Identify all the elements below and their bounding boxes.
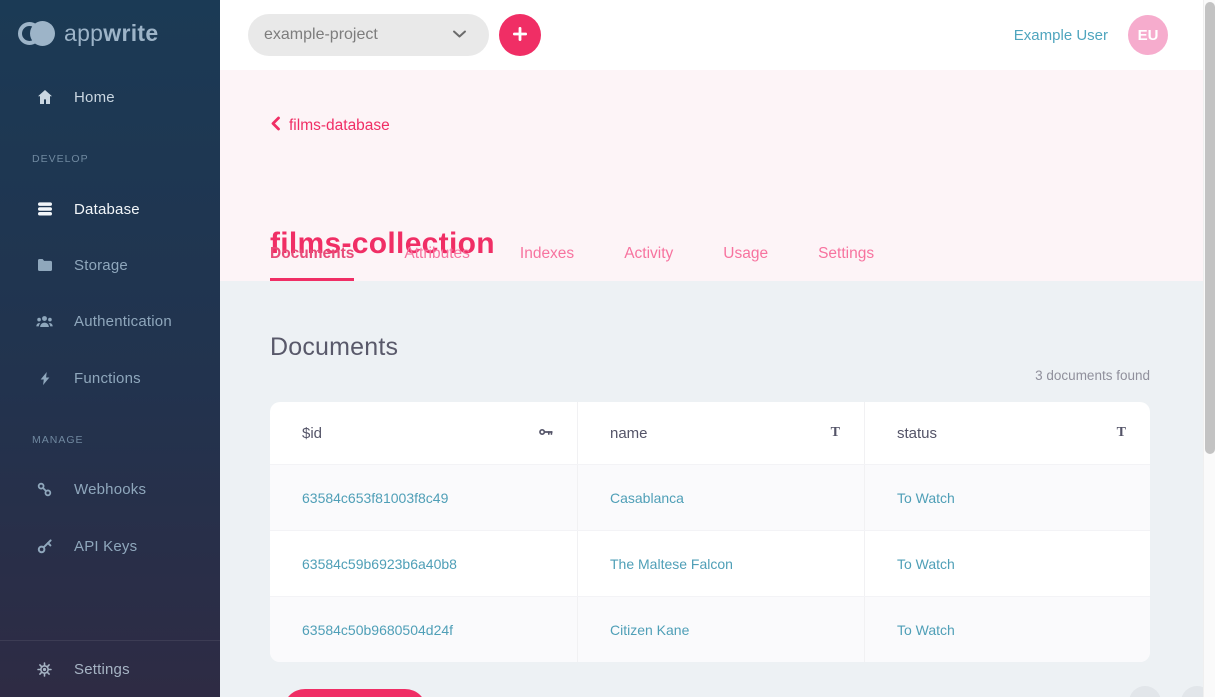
tab-indexes[interactable]: Indexes xyxy=(520,245,574,281)
cell-name: Citizen Kane xyxy=(577,597,864,662)
documents-count: 3 documents found xyxy=(1035,368,1150,383)
sidebar-item-api-keys[interactable]: API Keys xyxy=(36,535,137,557)
project-selector[interactable]: example-project xyxy=(248,14,489,56)
sidebar-item-label: Authentication xyxy=(74,313,172,330)
cell-document-id: 63584c653f81003f8c49 xyxy=(270,465,577,530)
column-header-label: $id xyxy=(302,425,322,442)
topbar: example-project Example User EU xyxy=(220,0,1215,70)
breadcrumb[interactable]: films-database xyxy=(270,116,390,136)
sidebar-divider xyxy=(0,640,220,641)
sidebar-item-label: Webhooks xyxy=(74,481,146,498)
tab-attributes[interactable]: Attributes xyxy=(404,245,469,281)
column-header-status: status T xyxy=(864,402,1150,464)
gear-icon xyxy=(36,661,53,678)
sidebar-item-label: API Keys xyxy=(74,538,137,555)
tab-activity[interactable]: Activity xyxy=(624,245,673,281)
table-header-row: $id name T status T xyxy=(270,402,1150,464)
cell-status: To Watch xyxy=(864,465,1150,530)
cell-document-id: 63584c50b9680504d24f xyxy=(270,597,577,662)
user-name[interactable]: Example User xyxy=(1014,27,1108,44)
cell-status: To Watch xyxy=(864,531,1150,596)
sidebar-section-manage: MANAGE xyxy=(32,434,84,446)
documents-heading: Documents xyxy=(270,333,398,362)
appwrite-logo-text: appwrite xyxy=(64,20,158,47)
sidebar-item-settings[interactable]: Settings xyxy=(36,658,130,680)
users-icon xyxy=(36,313,53,330)
sidebar-item-label: Functions xyxy=(74,370,141,387)
table-row[interactable]: 63584c653f81003f8c49 Casablanca To Watch xyxy=(270,464,1150,530)
create-new-button[interactable] xyxy=(499,14,541,56)
pagination-prev-button[interactable] xyxy=(1129,686,1161,697)
avatar[interactable]: EU xyxy=(1128,15,1168,55)
appwrite-logo-icon xyxy=(18,21,55,46)
collection-header-zone: films-database films-collection Document… xyxy=(220,70,1215,281)
page-scrollbar xyxy=(1203,0,1215,697)
column-header-label: name xyxy=(610,425,648,442)
appwrite-logo[interactable]: appwrite xyxy=(18,20,158,47)
cell-document-id: 63584c59b6923b6a40b8 xyxy=(270,531,577,596)
scrollbar-thumb[interactable] xyxy=(1205,2,1215,454)
column-header-label: status xyxy=(897,425,937,442)
key-icon xyxy=(539,425,553,442)
documents-table: $id name T status T 63584c653f81003f8c49… xyxy=(270,402,1150,662)
sidebar-item-label: Storage xyxy=(74,257,128,274)
table-row[interactable]: 63584c59b6923b6a40b8 The Maltese Falcon … xyxy=(270,530,1150,596)
sidebar-item-label: Database xyxy=(74,201,140,218)
chevron-left-icon xyxy=(270,116,281,136)
lightning-icon xyxy=(36,370,53,387)
tab-documents[interactable]: Documents xyxy=(270,245,354,281)
breadcrumb-label: films-database xyxy=(289,117,390,135)
table-row[interactable]: 63584c50b9680504d24f Citizen Kane To Wat… xyxy=(270,596,1150,662)
sidebar-item-webhooks[interactable]: Webhooks xyxy=(36,478,146,500)
sidebar-item-database[interactable]: Database xyxy=(36,198,140,220)
sidebar: appwrite Home DEVELOP Database Storage A… xyxy=(0,0,220,697)
tab-bar: Documents Attributes Indexes Activity Us… xyxy=(270,245,874,281)
text-type-icon: T xyxy=(1117,425,1126,441)
column-header-id: $id xyxy=(270,402,577,464)
add-document-button[interactable] xyxy=(283,689,427,697)
plus-icon xyxy=(511,25,529,46)
sidebar-item-functions[interactable]: Functions xyxy=(36,367,141,389)
database-icon xyxy=(36,201,53,218)
sidebar-item-label: Home xyxy=(74,89,115,106)
text-type-icon: T xyxy=(831,425,840,441)
tab-settings[interactable]: Settings xyxy=(818,245,874,281)
sidebar-item-storage[interactable]: Storage xyxy=(36,254,128,276)
column-header-name: name T xyxy=(577,402,864,464)
sidebar-item-authentication[interactable]: Authentication xyxy=(36,310,172,332)
main-area: example-project Example User EU films-da… xyxy=(220,0,1215,697)
sidebar-section-develop: DEVELOP xyxy=(32,153,89,165)
folder-icon xyxy=(36,257,53,274)
home-icon xyxy=(36,89,53,106)
documents-zone: Documents 3 documents found $id name T s… xyxy=(220,281,1215,697)
cell-status: To Watch xyxy=(864,597,1150,662)
key-icon xyxy=(36,538,53,555)
sidebar-item-label: Settings xyxy=(74,661,130,678)
chain-link-icon xyxy=(36,481,53,498)
cell-name: The Maltese Falcon xyxy=(577,531,864,596)
project-selector-value: example-project xyxy=(264,26,378,44)
tab-usage[interactable]: Usage xyxy=(723,245,768,281)
chevron-down-icon xyxy=(452,26,467,44)
user-area: Example User EU xyxy=(1014,15,1168,55)
sidebar-item-home[interactable]: Home xyxy=(36,86,115,108)
cell-name: Casablanca xyxy=(577,465,864,530)
